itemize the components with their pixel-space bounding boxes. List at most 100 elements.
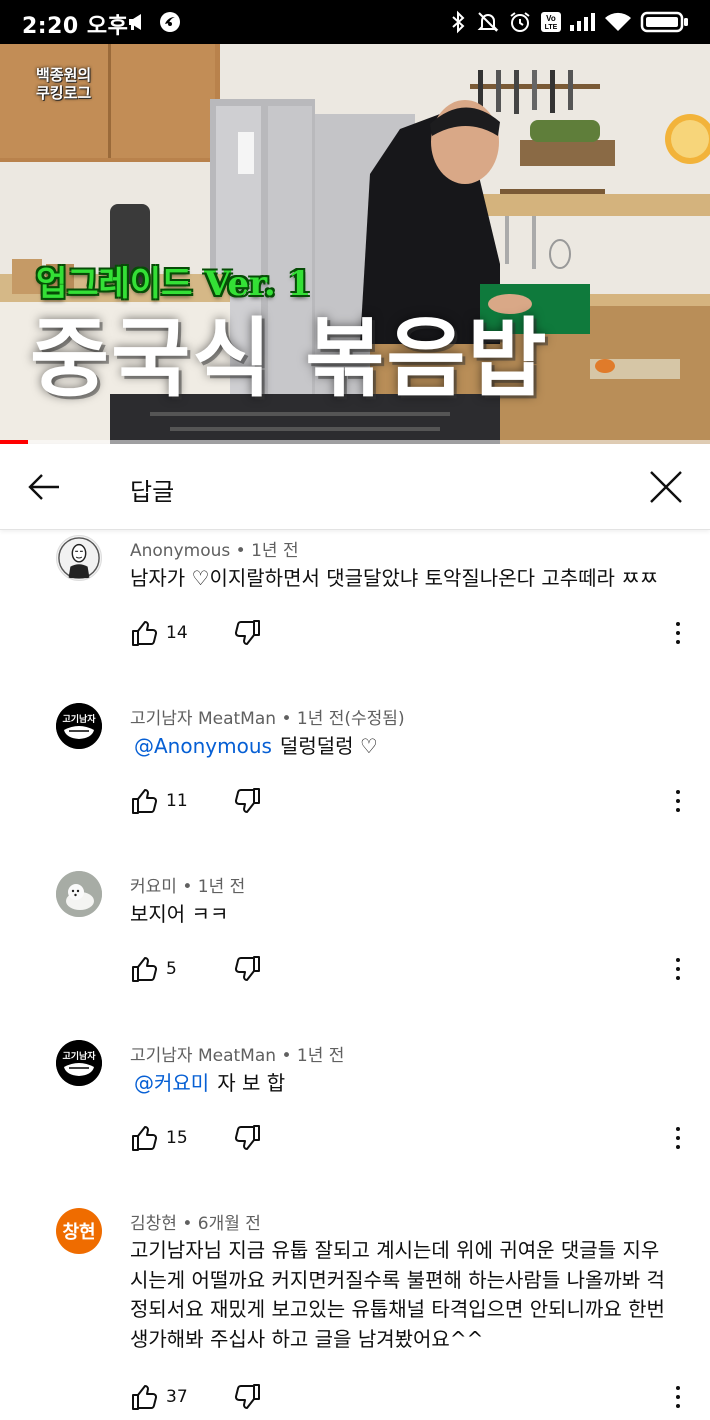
comment-text-content: 자 보 합 bbox=[217, 1071, 286, 1095]
more-options-button[interactable] bbox=[668, 1123, 688, 1153]
comment-author[interactable]: 커요미 bbox=[130, 877, 177, 897]
dislike-button[interactable] bbox=[232, 618, 262, 648]
svg-text:LTE: LTE bbox=[545, 24, 558, 31]
thumbs-down-icon bbox=[235, 788, 260, 813]
meatman-logo-icon bbox=[56, 703, 102, 749]
meatman-logo-icon bbox=[56, 1040, 102, 1086]
thumbs-up-icon bbox=[132, 621, 157, 646]
comment-actions: 11 bbox=[130, 786, 690, 816]
thumbs-up-icon bbox=[132, 1385, 157, 1410]
comment-text-content: 덜렁덜렁 ♡ bbox=[279, 734, 378, 758]
dislike-button[interactable] bbox=[232, 1123, 262, 1153]
bluetooth-icon bbox=[450, 9, 466, 35]
browser-icon bbox=[158, 9, 182, 35]
comment-text-line: 고기남자님 지금 유툽 잘되고 계시는데 위에 귀여운 댓글들 지우 bbox=[130, 1238, 660, 1262]
channel-brand-logo: 백종원의 쿠킹로그 bbox=[36, 66, 91, 102]
avatar[interactable] bbox=[56, 1040, 102, 1086]
signal-icon bbox=[568, 9, 596, 35]
comment-time: 1년 전 bbox=[296, 1046, 345, 1066]
replies-title: 답글 bbox=[130, 478, 175, 506]
comment-text-content: 보지어 ㅋㅋ bbox=[130, 902, 229, 926]
video-title-overlay: 중국식 볶음밥 bbox=[30, 309, 549, 409]
thumbs-down-icon bbox=[235, 1125, 260, 1150]
comment-actions: 37 bbox=[130, 1382, 690, 1412]
comment-time: 1년 전 bbox=[251, 541, 299, 561]
comment-edited: (수정됨) bbox=[344, 709, 405, 729]
like-button[interactable] bbox=[130, 1123, 160, 1153]
like-button[interactable] bbox=[130, 1382, 160, 1412]
comment-meta: 고기남자 MeatMan • 1년 전(수정됨) bbox=[130, 709, 405, 729]
comment-meta: 김창현 • 6개월 전 bbox=[130, 1214, 261, 1234]
like-button[interactable] bbox=[130, 786, 160, 816]
comment-meta: 고기남자 MeatMan • 1년 전 bbox=[130, 1046, 345, 1066]
brand-line-1: 백종원의 bbox=[36, 66, 92, 84]
avatar[interactable] bbox=[56, 871, 102, 917]
comment-text: @Anonymous 덜렁덜렁 ♡ bbox=[130, 732, 675, 761]
comment-text: 고기남자님 지금 유툽 잘되고 계시는데 위에 귀여운 댓글들 지우 시는게 어… bbox=[130, 1236, 675, 1354]
comment-meta: Anonymous • 1년 전 bbox=[130, 541, 299, 561]
avatar[interactable] bbox=[56, 703, 102, 749]
dog-photo-icon bbox=[56, 871, 102, 917]
thumbs-up-icon bbox=[132, 957, 157, 982]
comment-author[interactable]: 김창현 bbox=[130, 1214, 177, 1234]
back-button[interactable] bbox=[26, 469, 62, 505]
comment-time: 1년 전 bbox=[296, 709, 345, 729]
replies-header: 답글 bbox=[0, 444, 710, 530]
comment-text-line: 시는게 어떨까요 커지면커질수록 불편해 하는사람들 나올까봐 걱 bbox=[130, 1267, 665, 1292]
comment-author[interactable]: Anonymous bbox=[130, 541, 230, 561]
battery-icon bbox=[640, 9, 690, 35]
thumbs-down-icon bbox=[235, 956, 260, 981]
comment-actions: 14 bbox=[130, 618, 690, 648]
volte-icon: Vo LTE bbox=[540, 9, 562, 35]
like-button[interactable] bbox=[130, 618, 160, 648]
comment-text-line: 생가해봐 주십사 하고 글을 남겨봤어요^^ bbox=[130, 1326, 484, 1351]
comment-text: 남자가 ♡이지랄하면서 댓글달았냐 토악질나온다 고추떼라 ㅉㅉ bbox=[130, 564, 675, 593]
more-options-button[interactable] bbox=[668, 786, 688, 816]
avatar-text: 고기남자 bbox=[62, 715, 96, 725]
comment-time: 6개월 전 bbox=[197, 1214, 261, 1234]
like-count: 37 bbox=[166, 1387, 188, 1407]
close-icon bbox=[650, 471, 682, 503]
close-button[interactable] bbox=[646, 467, 686, 507]
comment-actions: 5 bbox=[130, 954, 690, 984]
comment-text-line: 정되서요 재밌게 보고있는 유툽채널 타격입으면 안되니까요 한번 bbox=[130, 1297, 665, 1321]
comment-meta: 커요미 • 1년 전 bbox=[130, 877, 246, 897]
avatar-text: 고기남자 bbox=[62, 1052, 96, 1062]
status-bar: 2:20 오후 Vo LTE bbox=[0, 0, 710, 44]
like-button[interactable] bbox=[130, 954, 160, 984]
video-player[interactable]: 백종원의 쿠킹로그 업그레이드 Ver. 1 중국식 볶음밥 bbox=[0, 44, 710, 444]
avatar[interactable] bbox=[56, 535, 102, 581]
mute-icon bbox=[476, 9, 500, 35]
more-options-button[interactable] bbox=[668, 1382, 688, 1412]
like-count: 5 bbox=[166, 959, 177, 979]
avatar-initials: 창현 bbox=[62, 1222, 96, 1243]
dislike-button[interactable] bbox=[232, 786, 262, 816]
comment-time: 1년 전 bbox=[197, 877, 246, 897]
comment-actions: 15 bbox=[130, 1123, 690, 1153]
arrow-left-icon bbox=[28, 474, 59, 500]
avatar[interactable]: 창현 bbox=[56, 1208, 102, 1254]
like-count: 14 bbox=[166, 623, 188, 643]
thumbs-up-icon bbox=[132, 1126, 157, 1151]
thumbs-down-icon bbox=[235, 620, 260, 645]
mention-link[interactable]: @커요미 bbox=[134, 1071, 209, 1095]
alarm-icon bbox=[508, 9, 532, 35]
thumbs-down-icon bbox=[235, 1384, 260, 1409]
megaphone-icon bbox=[126, 9, 148, 35]
svg-text:Vo: Vo bbox=[546, 14, 556, 23]
like-count: 11 bbox=[166, 791, 188, 811]
like-count: 15 bbox=[166, 1128, 188, 1148]
dislike-button[interactable] bbox=[232, 1382, 262, 1412]
wifi-icon bbox=[604, 9, 632, 35]
brand-line-2: 쿠킹로그 bbox=[36, 84, 92, 102]
status-time: 2:20 오후 bbox=[22, 14, 129, 39]
comment-author[interactable]: 고기남자 MeatMan bbox=[130, 1046, 276, 1066]
comment-author[interactable]: 고기남자 MeatMan bbox=[130, 709, 276, 729]
more-options-button[interactable] bbox=[668, 618, 688, 648]
dislike-button[interactable] bbox=[232, 954, 262, 984]
more-options-button[interactable] bbox=[668, 954, 688, 984]
thumbs-up-icon bbox=[132, 789, 157, 814]
comment-text-content: 남자가 ♡이지랄하면서 댓글달았냐 토악질나온다 고추떼라 ㅉㅉ bbox=[130, 566, 659, 590]
mention-link[interactable]: @Anonymous bbox=[134, 734, 272, 758]
anonymous-mask-icon bbox=[58, 537, 100, 579]
